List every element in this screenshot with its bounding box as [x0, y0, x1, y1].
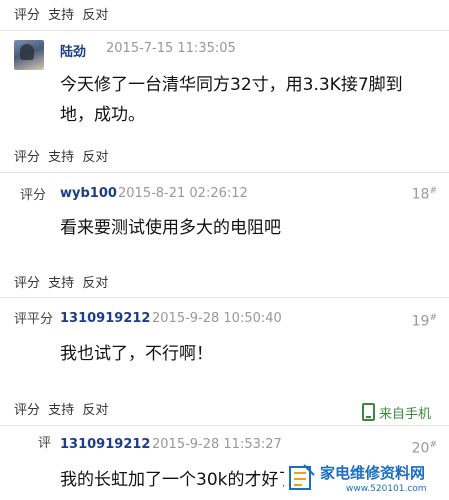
post-time: 2015-8-21 02:26:12 — [118, 186, 248, 201]
post-actions: 评分 支持 反对 — [14, 6, 112, 26]
reply-post: 陆劲 2015-7-15 11:35:05 今天修了一台清华同方32寸，用3.3… — [0, 30, 449, 148]
rate-link[interactable]: 评分 — [14, 8, 40, 23]
author-name[interactable]: 1310919212 — [60, 311, 150, 326]
avatar[interactable]: 评平分 — [14, 305, 58, 335]
from-mobile-badge: 来自手机 — [362, 403, 431, 423]
rate-link[interactable]: 评分 — [14, 150, 40, 165]
author-name[interactable]: 1310919212 — [60, 437, 150, 452]
floor-value: 18 — [411, 186, 430, 203]
phone-icon — [362, 403, 375, 421]
support-link[interactable]: 支持 — [48, 150, 74, 165]
oppose-link[interactable]: 反对 — [82, 8, 108, 23]
post-actions: 评分 支持 反对 — [14, 274, 112, 294]
post-actions: 评分 支持 反对 — [14, 401, 112, 421]
floor-number: 19# — [412, 313, 437, 330]
post-time: 2015-9-28 10:50:40 — [152, 311, 282, 326]
author-name[interactable]: 陆劲 — [60, 41, 86, 60]
oppose-link[interactable]: 反对 — [82, 403, 108, 418]
avatar[interactable] — [14, 40, 44, 70]
floor-number: 20# — [412, 440, 437, 457]
from-mobile-label: 来自手机 — [379, 407, 432, 422]
watermark-url: www.520101.com — [346, 484, 427, 494]
oppose-link[interactable]: 反对 — [82, 150, 108, 165]
avatar[interactable]: 评 — [38, 429, 58, 459]
support-link[interactable]: 支持 — [48, 403, 74, 418]
post-content: 我也试了，不行啊！ — [60, 344, 213, 364]
support-link[interactable]: 支持 — [48, 8, 74, 23]
support-link[interactable]: 支持 — [48, 276, 74, 291]
floor-suffix: # — [429, 186, 437, 196]
floor-suffix: # — [429, 440, 437, 450]
site-watermark: 家电维修资料网 www.520101.com — [284, 460, 449, 500]
reply-post: 评平分 1310919212 2015-9-28 10:50:40 19# 我也… — [0, 297, 449, 397]
rate-link[interactable]: 评分 — [14, 403, 40, 418]
author-name[interactable]: wyb100 — [60, 186, 117, 201]
post-content: 看来要测试使用多大的电阻吧 — [60, 218, 281, 238]
watermark-title: 家电维修资料网 — [320, 464, 426, 482]
post-time: 2015-7-15 11:35:05 — [106, 41, 236, 56]
floor-value: 20 — [411, 440, 430, 457]
rate-link[interactable]: 评分 — [14, 276, 40, 291]
post-actions: 评分 支持 反对 — [14, 148, 112, 168]
avatar[interactable]: 评分 — [20, 181, 50, 211]
oppose-link[interactable]: 反对 — [82, 276, 108, 291]
site-logo-icon — [289, 464, 315, 490]
reply-post: 评分 wyb100 2015-8-21 02:26:12 18# 看来要测试使用… — [0, 172, 449, 272]
post-content: 今天修了一台清华同方32寸，用3.3K接7脚到地，成功。 — [60, 75, 403, 125]
floor-value: 19 — [411, 313, 430, 330]
floor-suffix: # — [429, 313, 437, 323]
post-time: 2015-9-28 11:53:27 — [152, 437, 282, 452]
floor-number: 18# — [412, 186, 437, 203]
